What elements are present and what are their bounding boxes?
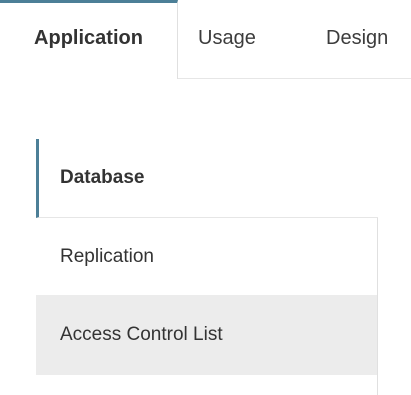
sidenav-item-access-control-list[interactable]: Access Control List	[36, 295, 377, 375]
tab-design[interactable]: Design	[291, 0, 411, 79]
settings-panel: Application Usage Design Database Replic…	[0, 0, 411, 395]
tab-application[interactable]: Application	[0, 0, 178, 79]
side-navigation: Database Replication Access Control List	[36, 139, 378, 395]
sidenav-item-replication[interactable]: Replication	[36, 218, 377, 295]
tab-usage[interactable]: Usage	[178, 0, 291, 79]
tab-bar: Application Usage Design	[0, 0, 411, 79]
tab-bar-divider	[178, 78, 411, 79]
sidenav-item-database[interactable]: Database	[36, 139, 378, 218]
